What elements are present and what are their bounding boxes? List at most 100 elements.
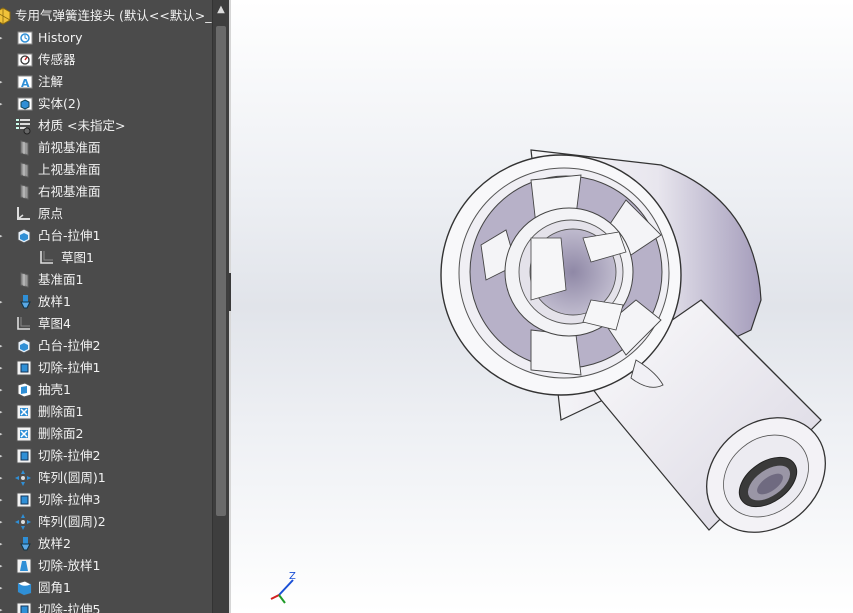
- tree-item[interactable]: ▸ 凸台-拉伸1: [0, 225, 212, 247]
- tree-scrollbar[interactable]: ▲: [212, 0, 229, 613]
- tree-item-label: 圆角1: [38, 580, 71, 595]
- expand-arrow-icon[interactable]: ▸: [0, 408, 7, 416]
- tree-item[interactable]: ▸ 切除-拉伸5: [0, 599, 212, 613]
- tree-item-label: 放样2: [38, 536, 71, 551]
- expand-arrow-icon[interactable]: ▸: [0, 364, 7, 372]
- circular-pattern-icon: [14, 513, 32, 531]
- tree-item-label: 草图1: [61, 250, 94, 265]
- tree-item[interactable]: ▸ 放样1: [0, 291, 212, 313]
- tree-item-label: 材质 <未指定>: [38, 118, 126, 133]
- view-triad[interactable]: Z: [270, 571, 296, 604]
- tree-item[interactable]: ▸ 切除-拉伸2: [0, 445, 212, 467]
- cut-extrude-icon: [15, 359, 33, 377]
- tree-root-label: 专用气弹簧连接头 (默认<<默认>_显: [15, 8, 225, 23]
- tree-item[interactable]: ▸ 圆角1: [0, 577, 212, 599]
- cut-extrude-icon: [15, 491, 33, 509]
- tree-item[interactable]: 材质 <未指定>: [0, 115, 212, 137]
- connector-part-model[interactable]: [440, 149, 848, 556]
- tree-item[interactable]: 上视基准面: [0, 159, 212, 181]
- expand-arrow-icon[interactable]: ▸: [0, 606, 7, 613]
- tree-item[interactable]: 草图1: [0, 247, 212, 269]
- loft-icon: [16, 293, 34, 311]
- cut-extrude-icon: [15, 601, 33, 613]
- tree-item[interactable]: 草图4: [0, 313, 212, 335]
- part-icon: [0, 7, 12, 25]
- expand-arrow-icon[interactable]: ▸: [0, 474, 7, 482]
- tree-item[interactable]: ▸ 切除-拉伸3: [0, 489, 212, 511]
- tree-item[interactable]: ▸ A 注解: [0, 71, 212, 93]
- expand-arrow-icon[interactable]: ▸: [0, 342, 7, 350]
- expand-arrow-icon[interactable]: ▸: [0, 452, 7, 460]
- tree-item[interactable]: 前视基准面: [0, 137, 212, 159]
- tree-item[interactable]: 传感器: [0, 49, 212, 71]
- circular-pattern-icon: [14, 469, 32, 487]
- tree-item-label: 抽壳1: [38, 382, 71, 397]
- expand-arrow-icon[interactable]: ▸: [0, 430, 7, 438]
- tree-item-label: 右视基准面: [38, 184, 101, 199]
- sketch-icon: [14, 315, 32, 333]
- sensor-icon: [16, 51, 34, 69]
- expand-arrow-icon[interactable]: ▸: [0, 298, 7, 306]
- shell-icon: [15, 381, 33, 399]
- plane-icon: [16, 139, 34, 157]
- sketch-icon: [37, 249, 55, 267]
- plane-icon: [16, 161, 34, 179]
- tree-item-label: 阵列(圆周)1: [38, 470, 106, 485]
- tree-item-label: 实体(2): [38, 96, 81, 111]
- graphics-area[interactable]: Z: [231, 0, 853, 613]
- tree-item[interactable]: ▸ 放样2: [0, 533, 212, 555]
- tree-item-label: History: [38, 30, 83, 45]
- delete-face-icon: [15, 425, 33, 443]
- delete-face-icon: [15, 403, 33, 421]
- plane-icon: [16, 271, 34, 289]
- expand-arrow-icon[interactable]: ▸: [0, 496, 7, 504]
- tree-item-label: 放样1: [38, 294, 71, 309]
- tree-item[interactable]: ▸ 实体(2): [0, 93, 212, 115]
- expand-arrow-icon[interactable]: ▸: [0, 386, 7, 394]
- svg-text:A: A: [21, 77, 30, 90]
- expand-arrow-icon[interactable]: ▸: [0, 78, 7, 86]
- expand-arrow-icon[interactable]: ▸: [0, 540, 7, 548]
- feature-manager-tree: 专用气弹簧连接头 (默认<<默认>_显 ▸ History 传感器 ▸ A 注解 ▸ 实体(2…: [0, 0, 229, 613]
- origin-icon: [14, 205, 32, 223]
- scroll-up-arrow-icon[interactable]: ▲: [213, 0, 229, 20]
- tree-item[interactable]: 原点: [0, 203, 212, 225]
- tree-item[interactable]: ▸ 阵列(圆周)1: [0, 467, 212, 489]
- tree-item-label: 原点: [38, 206, 64, 221]
- tree-root-item[interactable]: 专用气弹簧连接头 (默认<<默认>_显: [0, 5, 224, 27]
- tree-item-label: 前视基准面: [38, 140, 101, 155]
- tree-item[interactable]: ▸ 凸台-拉伸2: [0, 335, 212, 357]
- expand-arrow-icon[interactable]: ▸: [0, 562, 7, 570]
- tree-item[interactable]: ▸ 阵列(圆周)2: [0, 511, 212, 533]
- tree-item[interactable]: ▸ 删除面1: [0, 401, 212, 423]
- tree-item[interactable]: ▸ 切除-放样1: [0, 555, 212, 577]
- loft-icon: [16, 535, 34, 553]
- scroll-thumb[interactable]: [216, 26, 226, 516]
- tree-item-label: 切除-拉伸3: [38, 492, 101, 507]
- tree-item-label: 删除面2: [38, 426, 84, 441]
- tree-item-label: 切除-放样1: [38, 558, 101, 573]
- cut-extrude-icon: [15, 447, 33, 465]
- tree-item-label: 注解: [38, 74, 64, 89]
- tree-item-label: 删除面1: [38, 404, 84, 419]
- tree-item[interactable]: 基准面1: [0, 269, 212, 291]
- tree-item[interactable]: ▸ History: [0, 27, 212, 49]
- fillet-icon: [15, 579, 33, 597]
- plane-icon: [16, 183, 34, 201]
- triad-z-label: Z: [289, 571, 296, 582]
- history-icon: [16, 29, 34, 47]
- cut-loft-icon: [15, 557, 33, 575]
- tree-item-label: 凸台-拉伸1: [38, 228, 101, 243]
- expand-arrow-icon[interactable]: ▸: [0, 100, 7, 108]
- expand-arrow-icon[interactable]: ▸: [0, 34, 7, 42]
- expand-arrow-icon[interactable]: ▸: [0, 584, 7, 592]
- tree-item-label: 切除-拉伸2: [38, 448, 101, 463]
- tree-item[interactable]: ▸ 切除-拉伸1: [0, 357, 212, 379]
- tree-item[interactable]: ▸ 删除面2: [0, 423, 212, 445]
- tree-item[interactable]: ▸ 抽壳1: [0, 379, 212, 401]
- expand-arrow-icon[interactable]: ▸: [0, 232, 7, 240]
- material-icon: [14, 117, 32, 135]
- tree-item[interactable]: 右视基准面: [0, 181, 212, 203]
- expand-arrow-icon[interactable]: ▸: [0, 518, 7, 526]
- tree-item-label: 切除-拉伸1: [38, 360, 101, 375]
